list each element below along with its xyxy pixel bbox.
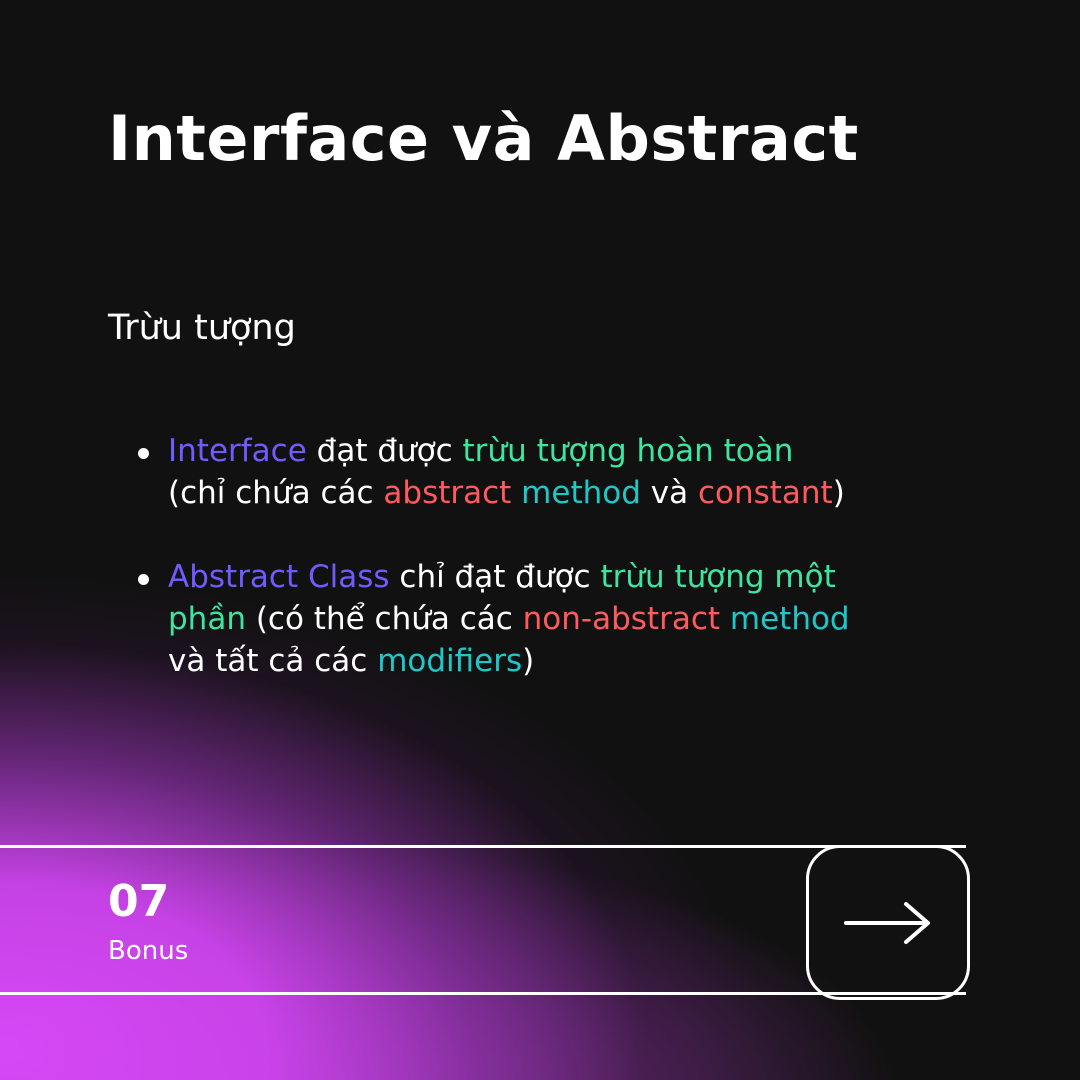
bullet-segment: non-abstract <box>522 601 721 637</box>
arrow-right-icon <box>844 901 930 944</box>
bullet-segment: trừu tượng hoàn toàn <box>462 433 794 469</box>
bullet-segment: method <box>729 601 850 637</box>
bullet-segment: (chỉ chứa các <box>168 475 384 511</box>
bullet-segment: constant <box>697 475 833 511</box>
bullet-segment: chỉ đạt được <box>389 559 601 595</box>
page-label: Bonus <box>108 936 189 966</box>
bullet-item-abstract-class: Abstract Class chỉ đạt được trừu tượng m… <box>108 556 938 682</box>
bullet-text: Interface đạt được trừu tượng hoàn toàn (… <box>168 433 845 511</box>
bullet-segment: phần <box>168 601 246 637</box>
bullet-segment: ) <box>832 475 845 511</box>
page-title: Interface và Abstract <box>108 102 859 175</box>
bullet-text: Abstract Class chỉ đạt được trừu tượng m… <box>168 559 850 679</box>
bullet-list: Interface đạt được trừu tượng hoàn toàn (… <box>108 430 938 682</box>
page-number: 07 <box>108 876 170 927</box>
bullet-segment: và <box>640 475 698 511</box>
bullet-segment: Interface <box>168 433 307 469</box>
section-subtitle: Trừu tượng <box>108 308 296 348</box>
bullet-segment: abstract <box>383 475 512 511</box>
bullet-segment <box>511 475 521 511</box>
bullet-segment: modifiers <box>377 643 523 679</box>
bullet-dot <box>138 574 149 585</box>
bullet-segment: và tất cả các <box>168 643 378 679</box>
bullet-segment: method <box>521 475 641 511</box>
next-button[interactable] <box>806 845 970 1000</box>
bullet-segment: Abstract Class <box>168 559 390 595</box>
bullet-segment: (có thể chứa các <box>245 601 523 637</box>
bullet-segment: ) <box>522 643 535 679</box>
bullet-item-interface: Interface đạt được trừu tượng hoàn toàn (… <box>108 430 938 514</box>
bullet-segment: đạt được <box>306 433 463 469</box>
bullet-segment: trừu tượng một <box>600 559 836 595</box>
bullet-segment <box>720 601 730 637</box>
bullet-dot <box>138 448 149 459</box>
